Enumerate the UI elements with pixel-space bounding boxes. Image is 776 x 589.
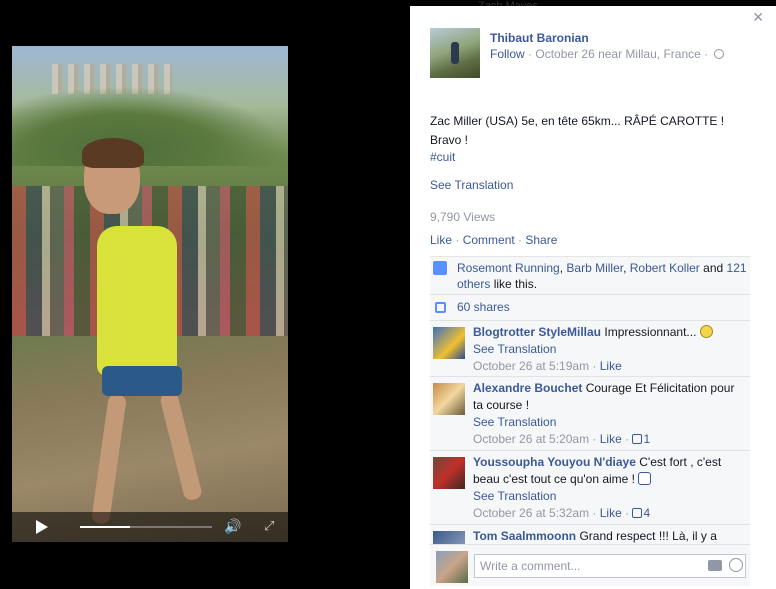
liker-name[interactable]: Robert Koller xyxy=(630,261,700,275)
post-actions: Like · Comment · Share xyxy=(430,233,558,247)
video-controls: 🔊 ⤢ xyxy=(12,512,288,542)
post-hashtag[interactable]: #cuit xyxy=(430,150,455,164)
comment-input[interactable] xyxy=(474,554,746,578)
author-avatar[interactable] xyxy=(430,28,480,78)
view-count: 9,790 Views xyxy=(430,210,496,224)
comment-see-translation[interactable]: See Translation xyxy=(473,488,743,505)
shares-summary: 60 shares xyxy=(430,295,750,321)
fullscreen-icon[interactable]: ⤢ xyxy=(264,519,280,535)
comment-composer xyxy=(430,544,750,586)
comment-avatar[interactable] xyxy=(433,327,465,359)
comment-like-count[interactable]: 1 xyxy=(632,432,650,446)
share-link[interactable]: Share xyxy=(525,233,557,247)
runner-hair xyxy=(82,138,144,168)
comment-avatar[interactable] xyxy=(433,457,465,489)
video-hills xyxy=(12,86,288,166)
likes-text: Rosemont Running, Barb Miller, Robert Ko… xyxy=(457,261,747,291)
globe-icon xyxy=(714,49,725,59)
liker-name[interactable]: Rosemont Running xyxy=(457,261,560,275)
post-date-location: October 26 near Millau, France xyxy=(535,47,701,61)
video-progress-fill xyxy=(80,526,131,528)
comment-author[interactable]: Alexandre Bouchet xyxy=(473,381,582,395)
thumb-up-icon xyxy=(433,261,447,275)
comment-time: October 26 at 5:19am xyxy=(473,359,590,373)
comment-item: Alexandre Bouchet Courage Et Félicitatio… xyxy=(430,377,750,451)
comment-like-link[interactable]: Like xyxy=(600,359,622,373)
emoji-icon[interactable] xyxy=(729,558,743,572)
video-progress-bar[interactable] xyxy=(80,526,212,528)
volume-icon[interactable]: 🔊 xyxy=(224,519,244,535)
post-text-line2: Bravo ! xyxy=(430,133,469,147)
thumb-up-icon xyxy=(632,508,643,518)
follow-link[interactable]: Follow xyxy=(490,47,525,61)
like-link[interactable]: Like xyxy=(430,233,452,247)
feedback-section: Rosemont Running, Barb Miller, Robert Ko… xyxy=(430,256,750,547)
comment-like-count[interactable]: 4 xyxy=(632,506,650,520)
comment-text: Grand respect !!! Là, il y a xyxy=(579,529,717,543)
confused-emoji-icon xyxy=(699,325,713,338)
comment-author[interactable]: Blogtrotter StyleMillau xyxy=(473,325,601,339)
runner-vest xyxy=(97,226,177,376)
thumb-up-icon xyxy=(632,434,643,444)
close-icon[interactable]: ✕ xyxy=(752,10,764,26)
post-text: Zac Miller (USA) 5e, en tête 65km... RÂP… xyxy=(430,112,760,150)
comment-author[interactable]: Youssoupha Youyou N'diaye xyxy=(473,455,636,469)
post-text-line1: Zac Miller (USA) 5e, en tête 65km... RÂP… xyxy=(430,114,725,128)
comment-like-link[interactable]: Like xyxy=(600,506,622,520)
comment-time: October 26 at 5:32am xyxy=(473,506,590,520)
author-name[interactable]: Thibaut Baronian xyxy=(490,31,589,45)
post-byline: Follow · October 26 near Millau, France … xyxy=(490,47,725,61)
post-panel: ✕ Thibaut Baronian Follow · October 26 n… xyxy=(410,6,776,589)
video-player[interactable] xyxy=(12,46,288,542)
comment-author[interactable]: Tom Saalmmoonn xyxy=(473,529,576,543)
comment-item: Blogtrotter StyleMillau Impressionnant..… xyxy=(430,321,750,377)
comment-see-translation[interactable]: See Translation xyxy=(473,341,743,358)
flexed-biceps-icon xyxy=(638,472,652,485)
liker-name[interactable]: Barb Miller xyxy=(566,261,623,275)
share-icon xyxy=(435,302,446,313)
likes-summary: Rosemont Running, Barb Miller, Robert Ko… xyxy=(430,257,750,295)
comment-see-translation[interactable]: See Translation xyxy=(473,414,743,431)
comment-item: Youssoupha Youyou N'diaye C'est fort , c… xyxy=(430,451,750,525)
comment-like-link[interactable]: Like xyxy=(600,432,622,446)
current-user-avatar xyxy=(436,551,468,583)
play-icon[interactable] xyxy=(36,520,48,534)
comment-time: October 26 at 5:20am xyxy=(473,432,590,446)
camera-icon[interactable] xyxy=(708,560,722,571)
comment-avatar[interactable] xyxy=(433,383,465,415)
comment-text: Impressionnant... xyxy=(604,325,697,339)
runner-shorts xyxy=(102,366,182,396)
comment-link[interactable]: Comment xyxy=(463,233,515,247)
see-translation-link[interactable]: See Translation xyxy=(430,178,513,192)
shares-link[interactable]: 60 shares xyxy=(457,300,510,314)
